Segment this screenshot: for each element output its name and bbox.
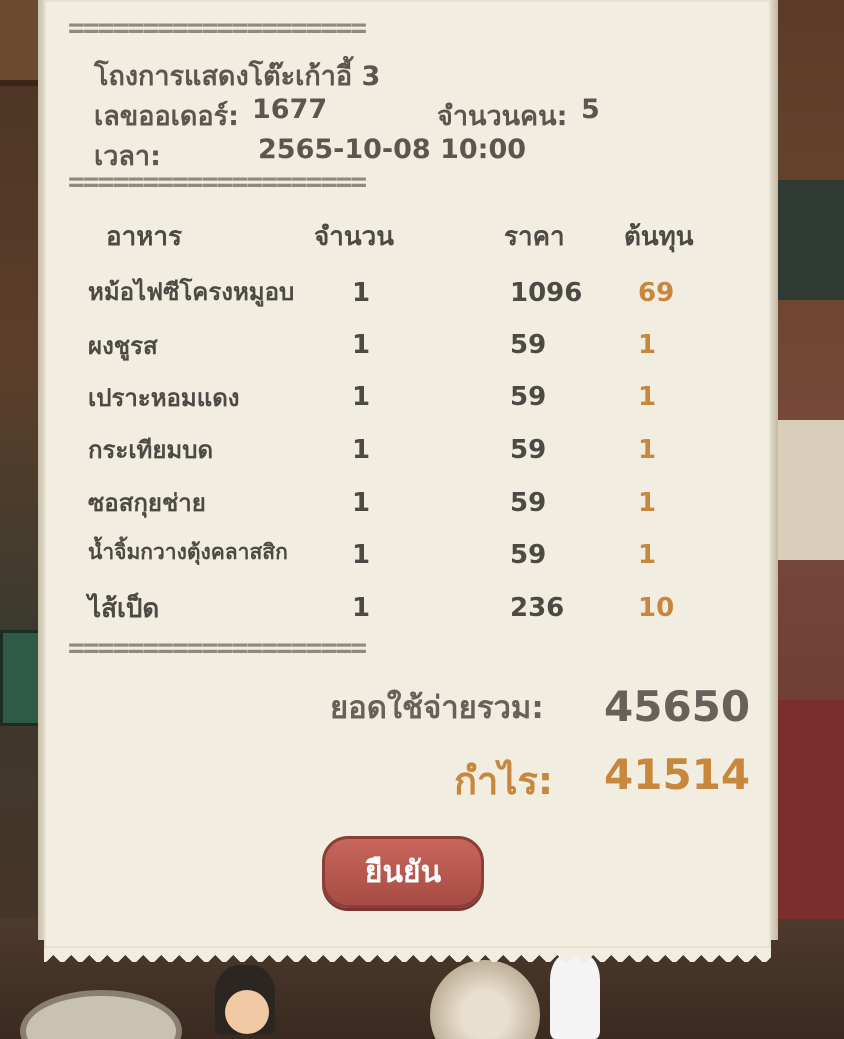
item-quantity: 1 [352,330,371,360]
divider-top: ==================== [68,14,367,42]
profit-value: 41514 [604,750,751,799]
item-cost: 1 [638,382,657,412]
receipt-panel: ==================== โถงการแสดงโต๊ะเก้าอ… [44,0,771,962]
order-number: 1677 [252,94,328,125]
item-price: 59 [510,540,547,570]
item-price: 59 [510,435,547,465]
item-name: ไส้เป็ด [88,594,160,624]
divider-header: ==================== [68,168,367,196]
item-name: ซอสกุยช่าย [88,489,206,517]
item-quantity: 1 [352,278,371,308]
divider-bottom: ==================== [68,634,367,662]
confirm-button[interactable]: ยืนยัน [322,836,484,908]
item-quantity: 1 [352,593,371,623]
time-value: 2565-10-08 10:00 [258,134,527,165]
item-price: 236 [510,593,565,623]
total-label: ยอดใช้จ่ายรวม: [330,690,544,726]
item-quantity: 1 [352,382,371,412]
column-price: ราคา [504,222,565,252]
item-name: เปราะหอมแดง [88,384,240,412]
background-right-carpet [774,700,844,920]
guests-label: จำนวนคน: [437,101,568,132]
item-cost: 1 [638,330,657,360]
item-cost: 10 [638,593,675,623]
item-name: กระเทียมบด [88,436,214,464]
item-cost: 1 [638,540,657,570]
column-cost: ต้นทุน [624,222,694,252]
item-name: หม้อไฟซีโครงหมูอบ [88,278,295,306]
background-waiter [550,955,600,1039]
item-price: 59 [510,330,547,360]
item-quantity: 1 [352,435,371,465]
total-value: 45650 [604,682,751,731]
guests-count: 5 [581,94,600,125]
table-name: โถงการแสดงโต๊ะเก้าอี้ 3 [94,61,381,92]
item-name: น้ำจิ้มกวางตุ้งคลาสสิก [88,540,288,564]
item-price: 59 [510,488,547,518]
item-price: 1096 [510,278,583,308]
column-food: อาหาร [106,222,182,252]
item-name: ผงชูรส [88,332,158,360]
item-cost: 1 [638,488,657,518]
receipt-torn-edge [44,948,771,962]
profit-label: กำไร: [454,759,554,803]
background-customer-face [225,990,269,1034]
item-quantity: 1 [352,488,371,518]
item-price: 59 [510,382,547,412]
order-number-label: เลขออเดอร์: [94,101,239,132]
item-quantity: 1 [352,540,371,570]
column-quantity: จำนวน [314,222,394,252]
item-cost: 69 [638,278,675,308]
item-cost: 1 [638,435,657,465]
